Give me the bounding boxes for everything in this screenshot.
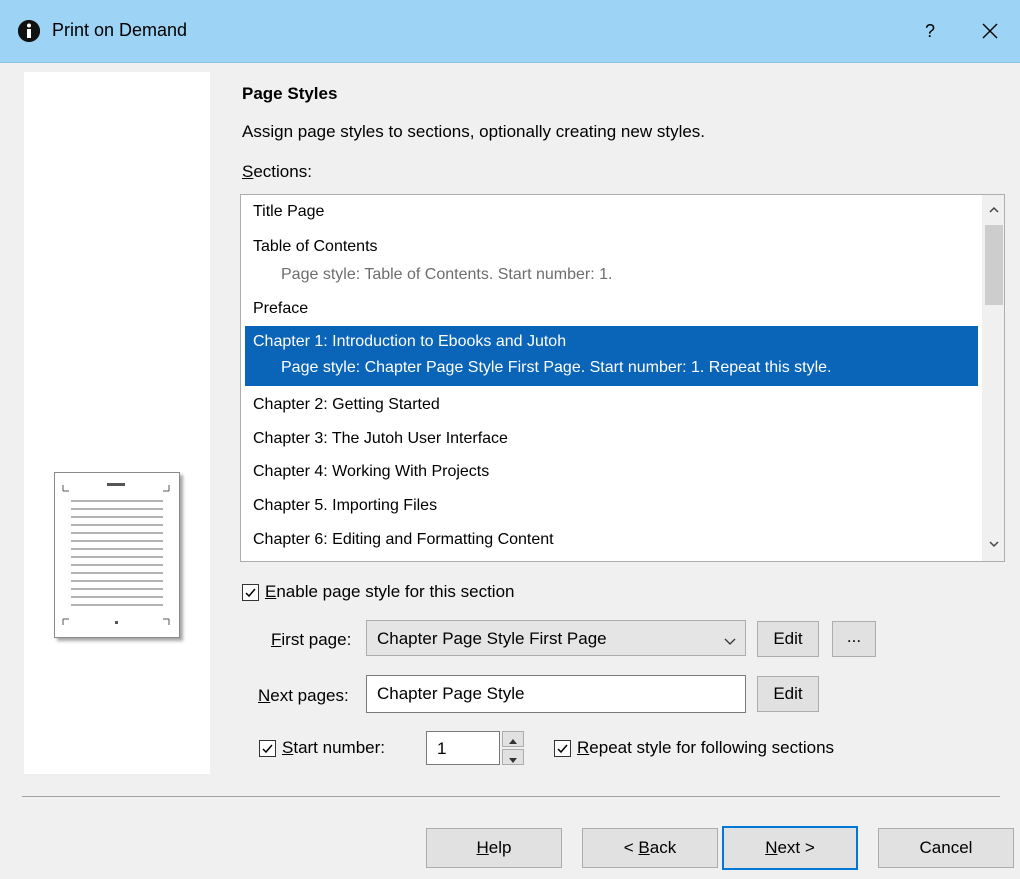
next-pages-field[interactable]: Chapter Page Style bbox=[366, 675, 746, 713]
spin-down-icon[interactable] bbox=[502, 749, 524, 765]
start-number-label[interactable]: Start number: bbox=[282, 738, 385, 758]
list-item[interactable]: Chapter 6: Editing and Formatting Conten… bbox=[245, 530, 986, 550]
list-item[interactable]: Table of Contents Page style: Table of C… bbox=[245, 237, 986, 285]
preview-panel bbox=[24, 72, 210, 774]
enable-style-checkbox[interactable] bbox=[242, 584, 259, 601]
enable-style-label[interactable]: Enable page style for this section bbox=[265, 582, 515, 602]
footer-separator bbox=[22, 796, 1000, 797]
back-button[interactable]: < Back bbox=[582, 828, 718, 868]
help-button[interactable]: ? bbox=[910, 14, 950, 48]
first-page-dropdown[interactable]: Chapter Page Style First Page bbox=[366, 620, 746, 656]
repeat-style-checkbox[interactable] bbox=[554, 740, 571, 757]
spin-up-icon[interactable] bbox=[502, 731, 524, 747]
first-page-edit-button[interactable]: Edit bbox=[757, 621, 819, 657]
sections-listbox[interactable]: Title Page Table of Contents Page style:… bbox=[240, 194, 1005, 562]
scroll-up-icon[interactable] bbox=[985, 201, 1003, 219]
scroll-thumb[interactable] bbox=[985, 225, 1003, 305]
first-page-more-button[interactable]: ... bbox=[832, 621, 876, 657]
next-pages-label: Next pages: bbox=[258, 686, 349, 705]
list-item[interactable]: Chapter 2: Getting Started bbox=[245, 395, 986, 415]
repeat-style-label[interactable]: Repeat style for following sections bbox=[577, 738, 834, 758]
close-button[interactable] bbox=[968, 14, 1012, 48]
sections-label: Sections: bbox=[242, 162, 312, 181]
list-item[interactable]: Chapter 3: The Jutoh User Interface bbox=[245, 429, 986, 449]
next-button[interactable]: Next > bbox=[722, 826, 858, 870]
sections-scrollbar[interactable] bbox=[982, 195, 1004, 561]
start-number-checkbox[interactable] bbox=[259, 740, 276, 757]
checkmark-icon bbox=[262, 744, 273, 754]
page-preview-icon bbox=[54, 472, 180, 638]
first-page-label: First page: bbox=[271, 630, 352, 649]
page-heading: Page Styles bbox=[242, 84, 338, 103]
help-footer-button[interactable]: Help bbox=[426, 828, 562, 868]
close-icon bbox=[982, 23, 998, 39]
list-item[interactable]: Chapter 5. Importing Files bbox=[245, 496, 986, 516]
list-item[interactable]: Title Page bbox=[245, 202, 986, 222]
page-description: Assign page styles to sections, optional… bbox=[242, 122, 706, 141]
list-item[interactable]: Preface bbox=[245, 299, 986, 319]
title-bar: Print on Demand ? bbox=[0, 0, 1020, 63]
start-number-input[interactable]: 1 bbox=[426, 731, 500, 765]
start-number-stepper[interactable] bbox=[502, 731, 524, 765]
app-info-icon bbox=[18, 20, 40, 42]
list-item-selected[interactable]: Chapter 1: Introduction to Ebooks and Ju… bbox=[245, 326, 978, 386]
cancel-button[interactable]: Cancel bbox=[878, 828, 1014, 868]
checkmark-icon bbox=[557, 744, 568, 754]
list-item[interactable]: Chapter 4: Working With Projects bbox=[245, 462, 986, 482]
window-title: Print on Demand bbox=[52, 20, 188, 40]
chevron-down-icon bbox=[723, 632, 737, 652]
checkmark-icon bbox=[245, 588, 256, 598]
next-pages-edit-button[interactable]: Edit bbox=[757, 676, 819, 712]
scroll-down-icon[interactable] bbox=[985, 535, 1003, 553]
